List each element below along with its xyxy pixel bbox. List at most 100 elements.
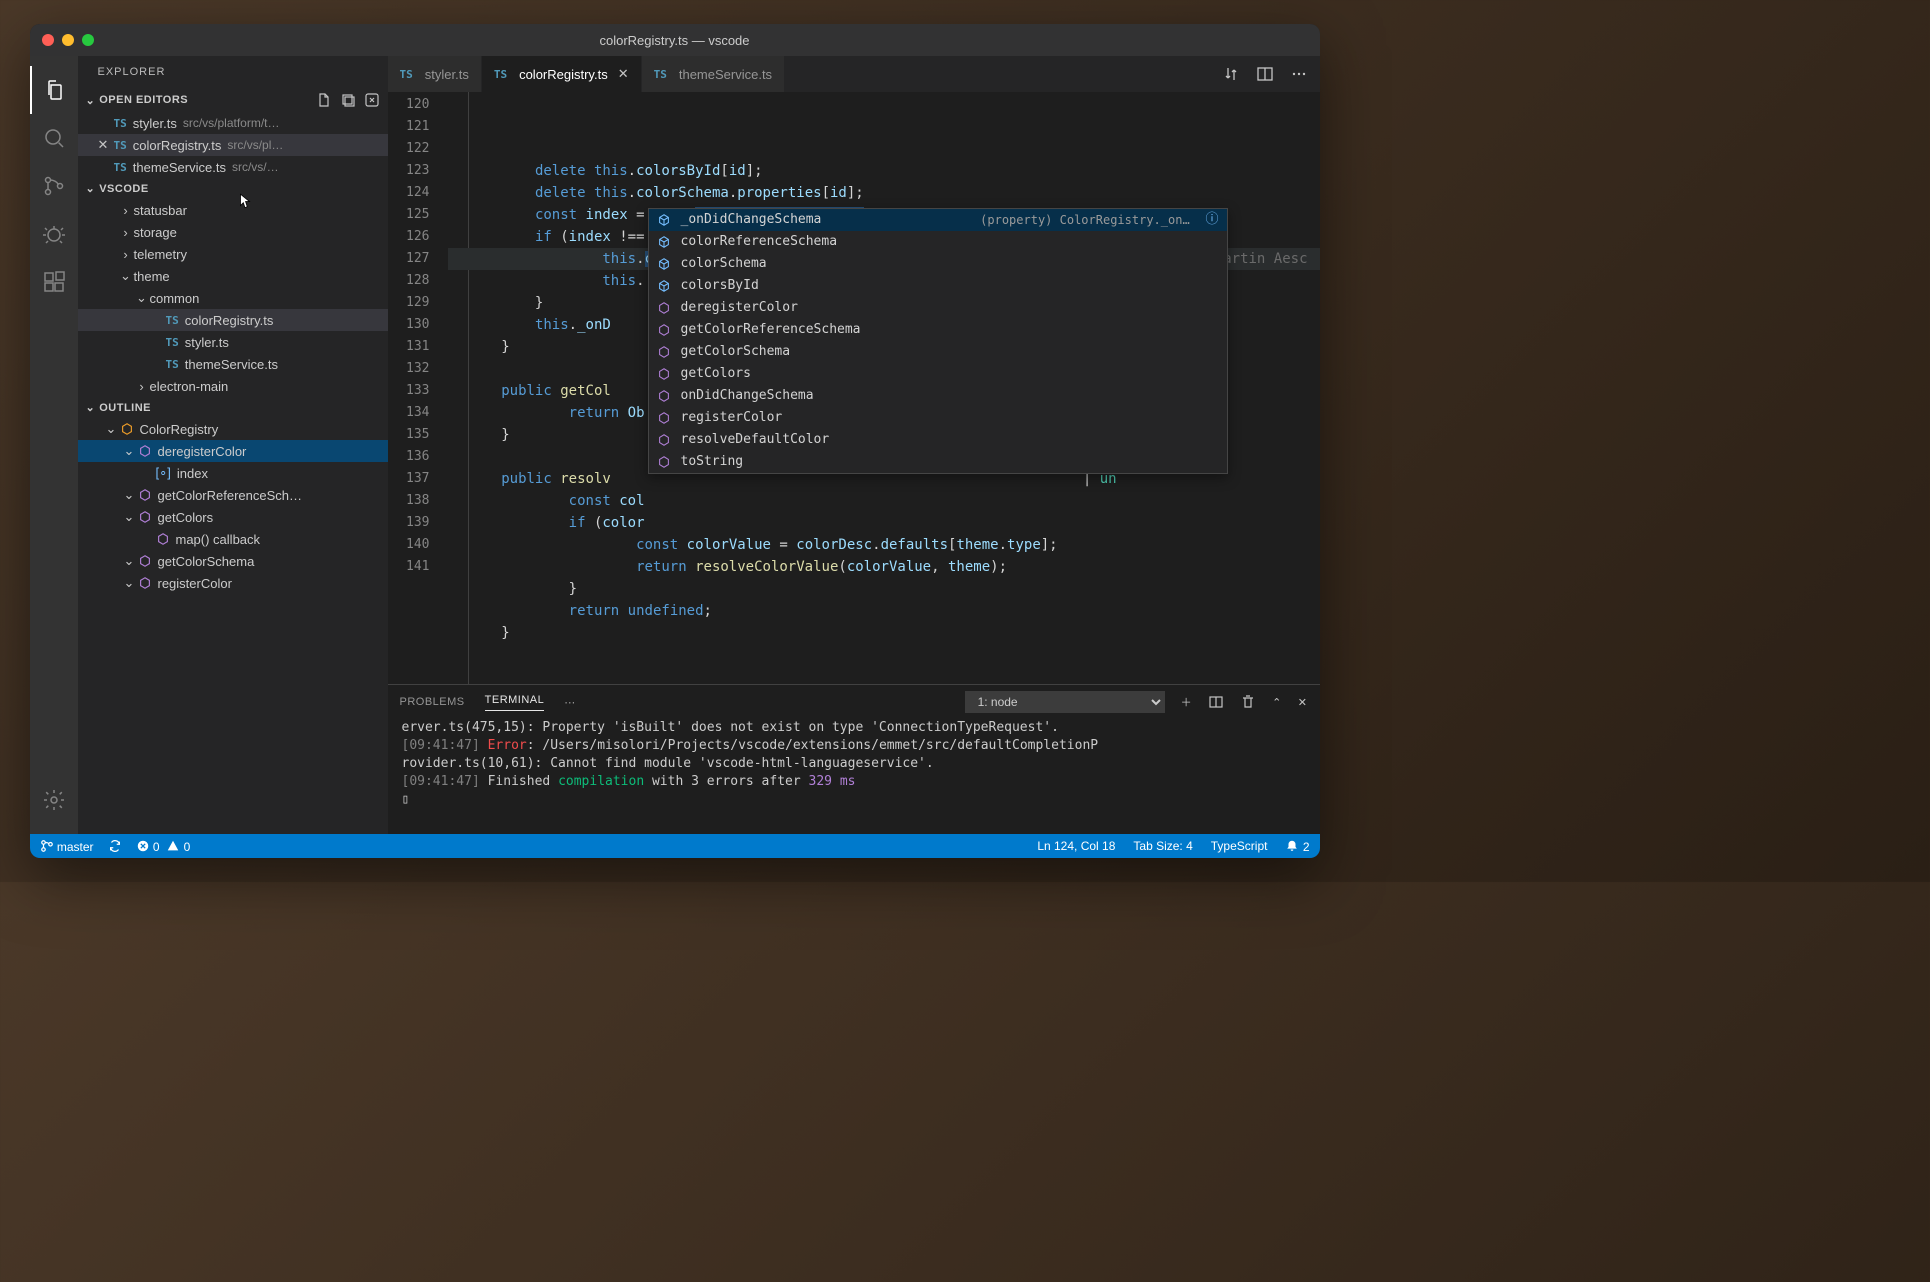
search-icon[interactable] xyxy=(30,114,78,162)
editor-tab[interactable]: TScolorRegistry.ts✕ xyxy=(482,56,642,92)
split-editor-icon[interactable] xyxy=(1256,65,1274,83)
file-tree-item[interactable]: ›telemetry xyxy=(78,243,388,265)
file-tree-item[interactable]: ⌄common xyxy=(78,287,388,309)
symbol-method-icon xyxy=(138,510,152,524)
kill-terminal-icon[interactable] xyxy=(1240,694,1256,710)
terminal-tab[interactable]: TERMINAL xyxy=(485,694,545,711)
suggest-method-icon xyxy=(657,367,673,381)
outline-header[interactable]: ⌄ OUTLINE xyxy=(78,397,388,418)
source-control-icon[interactable] xyxy=(30,162,78,210)
editor-tab[interactable]: TSstyler.ts xyxy=(388,56,482,92)
status-problems[interactable]: 0 0 xyxy=(136,839,191,854)
chevron-icon: ⌄ xyxy=(106,421,120,437)
terminal-selector[interactable]: 1: node xyxy=(965,691,1165,713)
close-all-icon[interactable] xyxy=(364,92,380,108)
code-line[interactable]: delete this.colorsById[id]; xyxy=(448,160,1320,182)
code-line[interactable]: } xyxy=(448,622,1320,644)
outline-item[interactable]: ⌄getColors xyxy=(78,506,388,528)
info-icon[interactable]: ⓘ xyxy=(1198,209,1219,231)
maximize-window-button[interactable] xyxy=(82,34,94,46)
outline-item[interactable]: ⌄getColorSchema xyxy=(78,550,388,572)
extensions-icon[interactable] xyxy=(30,258,78,306)
status-lncol[interactable]: Ln 124, Col 18 xyxy=(1037,839,1115,853)
settings-gear-icon[interactable] xyxy=(30,776,78,824)
suggest-item[interactable]: _onDidChangeSchema(property) ColorRegist… xyxy=(649,209,1227,231)
suggest-item[interactable]: colorsById xyxy=(649,275,1227,297)
window-title: colorRegistry.ts — vscode xyxy=(599,33,749,48)
titlebar: colorRegistry.ts — vscode xyxy=(30,24,1320,56)
open-editor-item[interactable]: ✕TSstyler.tssrc/vs/platform/t… xyxy=(78,112,388,134)
sync-icon[interactable] xyxy=(108,839,122,853)
outline-item[interactable]: ⌄deregisterColor xyxy=(78,440,388,462)
suggest-item[interactable]: toString xyxy=(649,451,1227,473)
maximize-panel-icon[interactable]: ⌃ xyxy=(1272,696,1282,709)
status-language[interactable]: TypeScript xyxy=(1211,839,1268,853)
typescript-file-icon: TS xyxy=(400,68,413,81)
outline-item[interactable]: [∘]index xyxy=(78,462,388,484)
suggest-item[interactable]: resolveDefaultColor xyxy=(649,429,1227,451)
editor-tab[interactable]: TSthemeService.ts xyxy=(642,56,785,92)
status-notifications[interactable]: 2 xyxy=(1285,839,1309,854)
sidebar-title: EXPLORER xyxy=(78,56,388,88)
outline-item[interactable]: map() callback xyxy=(78,528,388,550)
new-file-icon[interactable] xyxy=(316,92,332,108)
editor-body[interactable]: 1201211221231241251261271281291301311321… xyxy=(388,92,1320,684)
file-tree-item[interactable]: TSthemeService.ts xyxy=(78,353,388,375)
debug-icon[interactable] xyxy=(30,210,78,258)
terminal-output[interactable]: erver.ts(475,15): Property 'isBuilt' doe… xyxy=(388,719,1320,834)
symbol-var-icon: [∘] xyxy=(156,465,171,481)
suggest-item[interactable]: getColorSchema xyxy=(649,341,1227,363)
code-line[interactable]: const colorValue = colorDesc.defaults[th… xyxy=(448,534,1320,556)
open-editor-item[interactable]: ✕TSthemeService.tssrc/vs/… xyxy=(78,156,388,178)
git-branch[interactable]: master xyxy=(40,839,94,854)
minimize-window-button[interactable] xyxy=(62,34,74,46)
suggest-item[interactable]: deregisterColor xyxy=(649,297,1227,319)
chevron-icon: ⌄ xyxy=(124,487,138,503)
close-tab-icon[interactable]: ✕ xyxy=(618,66,629,82)
more-panel-icon[interactable]: ⋯ xyxy=(564,696,576,709)
chevron-down-icon: ⌄ xyxy=(86,401,96,414)
suggest-item[interactable]: colorSchema xyxy=(649,253,1227,275)
code-line[interactable]: return undefined; xyxy=(448,600,1320,622)
symbol-method-icon xyxy=(138,488,152,502)
file-tree-item[interactable]: ›electron-main xyxy=(78,375,388,397)
code-line[interactable]: return resolveColorValue(colorValue, the… xyxy=(448,556,1320,578)
explorer-icon[interactable] xyxy=(30,66,78,114)
status-tabsize[interactable]: Tab Size: 4 xyxy=(1133,839,1192,853)
code-line[interactable]: const col xyxy=(448,490,1320,512)
file-tree-item[interactable]: ›statusbar xyxy=(78,199,388,221)
suggest-widget[interactable]: _onDidChangeSchema(property) ColorRegist… xyxy=(648,208,1228,474)
split-terminal-icon[interactable] xyxy=(1208,694,1224,710)
open-editor-item[interactable]: ✕TScolorRegistry.tssrc/vs/pl… xyxy=(78,134,388,156)
file-tree-item[interactable]: ⌄theme xyxy=(78,265,388,287)
file-tree-item[interactable]: ›storage xyxy=(78,221,388,243)
workspace-header[interactable]: ⌄ VSCODE xyxy=(78,178,388,199)
close-icon[interactable]: ✕ xyxy=(98,137,114,153)
open-editors-header[interactable]: ⌄ OPEN EDITORS xyxy=(78,88,388,112)
suggest-method-icon xyxy=(657,301,673,315)
code-content[interactable]: delete this.colorsById[id]; delete this.… xyxy=(448,92,1320,684)
code-line[interactable]: if (color xyxy=(448,512,1320,534)
file-tree-item[interactable]: TSstyler.ts xyxy=(78,331,388,353)
problems-tab[interactable]: PROBLEMS xyxy=(400,696,465,708)
outline-item[interactable]: ⌄registerColor xyxy=(78,572,388,594)
suggest-item[interactable]: getColorReferenceSchema xyxy=(649,319,1227,341)
compare-changes-icon[interactable] xyxy=(1222,65,1240,83)
typescript-file-icon: TS xyxy=(166,358,179,371)
suggest-item[interactable]: onDidChangeSchema xyxy=(649,385,1227,407)
close-panel-icon[interactable]: ✕ xyxy=(1298,696,1308,709)
suggest-field-icon xyxy=(657,213,673,227)
file-tree-item[interactable]: TScolorRegistry.ts xyxy=(78,309,388,331)
suggest-item[interactable]: registerColor xyxy=(649,407,1227,429)
outline-item[interactable]: ⌄getColorReferenceSch… xyxy=(78,484,388,506)
suggest-item[interactable]: getColors xyxy=(649,363,1227,385)
open-editors-label: OPEN EDITORS xyxy=(99,94,188,106)
code-line[interactable]: delete this.colorSchema.properties[id]; xyxy=(448,182,1320,204)
outline-item[interactable]: ⌄ColorRegistry xyxy=(78,418,388,440)
new-terminal-icon[interactable]: ＋ xyxy=(1181,694,1193,710)
suggest-item[interactable]: colorReferenceSchema xyxy=(649,231,1227,253)
more-actions-icon[interactable] xyxy=(1290,65,1308,83)
save-all-icon[interactable] xyxy=(340,92,356,108)
close-window-button[interactable] xyxy=(42,34,54,46)
code-line[interactable]: } xyxy=(448,578,1320,600)
